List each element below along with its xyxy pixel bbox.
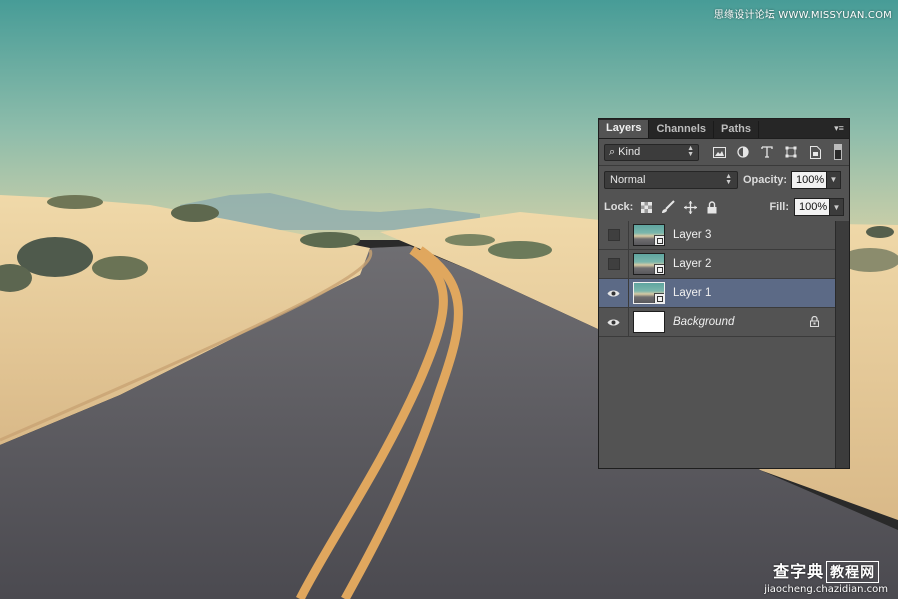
visibility-toggle[interactable] (599, 250, 629, 278)
eye-icon (607, 319, 620, 325)
select-arrows-icon: ▲ ▼ (725, 172, 732, 186)
filter-toggle-switch[interactable] (834, 144, 842, 160)
layer-name: Layer 1 (673, 287, 712, 299)
watermark-main: 查字典 (773, 562, 825, 581)
filter-kind-select[interactable]: ⌕ Kind ▲ ▼ (604, 143, 699, 161)
blend-row: Normal ▲ ▼ Opacity: 100% ▼ (599, 166, 849, 193)
visibility-toggle[interactable] (599, 308, 629, 336)
fill-input[interactable]: 100% (794, 198, 830, 216)
fill-label: Fill: (769, 201, 789, 213)
opacity-input[interactable]: 100% (791, 170, 828, 189)
watermark-top: 思缘设计论坛 WWW.MISSYUAN.COM (713, 10, 892, 21)
layer-thumbnail (633, 282, 665, 304)
visibility-off-box (607, 258, 620, 270)
watermark-boxed: 教程网 (826, 561, 880, 583)
smart-object-filter-icon[interactable] (807, 144, 823, 160)
eye-icon (607, 290, 620, 296)
fill-dropdown-icon[interactable]: ▼ (830, 198, 844, 216)
tab-layers[interactable]: Layers (599, 120, 650, 138)
opacity-label: Opacity: (743, 173, 788, 186)
lock-all-icon[interactable] (705, 200, 719, 214)
visibility-toggle[interactable] (599, 221, 629, 249)
panel-menu-icon[interactable]: ▾≡ (833, 122, 845, 134)
lock-icon (810, 315, 819, 330)
shape-filter-icon[interactable] (783, 144, 799, 160)
watermark-bottom: 查字典 教程网 jiaocheng.chazidian.com (764, 558, 888, 595)
layer-name: Layer 3 (673, 229, 712, 241)
blend-mode-select[interactable]: Normal ▲ ▼ (604, 170, 738, 189)
layer-row-layer-3[interactable]: Layer 3 (599, 221, 835, 250)
visibility-off-box (607, 229, 620, 241)
panel-tab-bar: Layers Channels Paths ▾≡ (599, 119, 849, 139)
smart-object-badge-icon (654, 293, 664, 303)
layer-thumbnail (633, 311, 665, 333)
adjustment-filter-icon[interactable] (735, 144, 751, 160)
lock-transparent-icon[interactable] (639, 200, 653, 214)
lock-position-icon[interactable] (683, 200, 697, 214)
visibility-toggle[interactable] (599, 279, 629, 307)
layer-name: Background (673, 316, 735, 328)
select-arrows-icon: ▲ ▼ (687, 145, 694, 158)
filter-kind-label: Kind (618, 146, 641, 158)
opacity-dropdown-icon[interactable]: ▼ (827, 170, 842, 189)
layer-thumbnail (633, 224, 665, 246)
smart-object-badge-icon (654, 264, 664, 274)
smart-object-badge-icon (654, 235, 664, 245)
layer-row-layer-1[interactable]: Layer 1 (599, 279, 835, 308)
blend-mode-value: Normal (610, 173, 646, 186)
tab-channels[interactable]: Channels (649, 121, 714, 138)
layers-scrollbar[interactable] (835, 221, 849, 468)
filter-row: ⌕ Kind ▲ ▼ (599, 139, 849, 166)
layer-row-background[interactable]: Background (599, 308, 835, 337)
layers-list: Layer 3 Layer 2 Layer 1 Background (599, 221, 835, 468)
tab-paths[interactable]: Paths (714, 121, 759, 138)
image-filter-icon[interactable] (711, 144, 727, 160)
search-icon: ⌕ (609, 145, 616, 158)
layer-row-layer-2[interactable]: Layer 2 (599, 250, 835, 279)
type-filter-icon[interactable] (759, 144, 775, 160)
layers-panel: Layers Channels Paths ▾≡ ⌕ Kind ▲ ▼ Norm… (598, 118, 850, 469)
layer-name: Layer 2 (673, 258, 712, 270)
lock-label: Lock: (604, 201, 634, 213)
watermark-url: jiaocheng.chazidian.com (764, 584, 888, 595)
lock-image-icon[interactable] (661, 200, 676, 214)
layer-thumbnail (633, 253, 665, 275)
lock-row: Lock: Fill: 100% ▼ (599, 193, 849, 222)
